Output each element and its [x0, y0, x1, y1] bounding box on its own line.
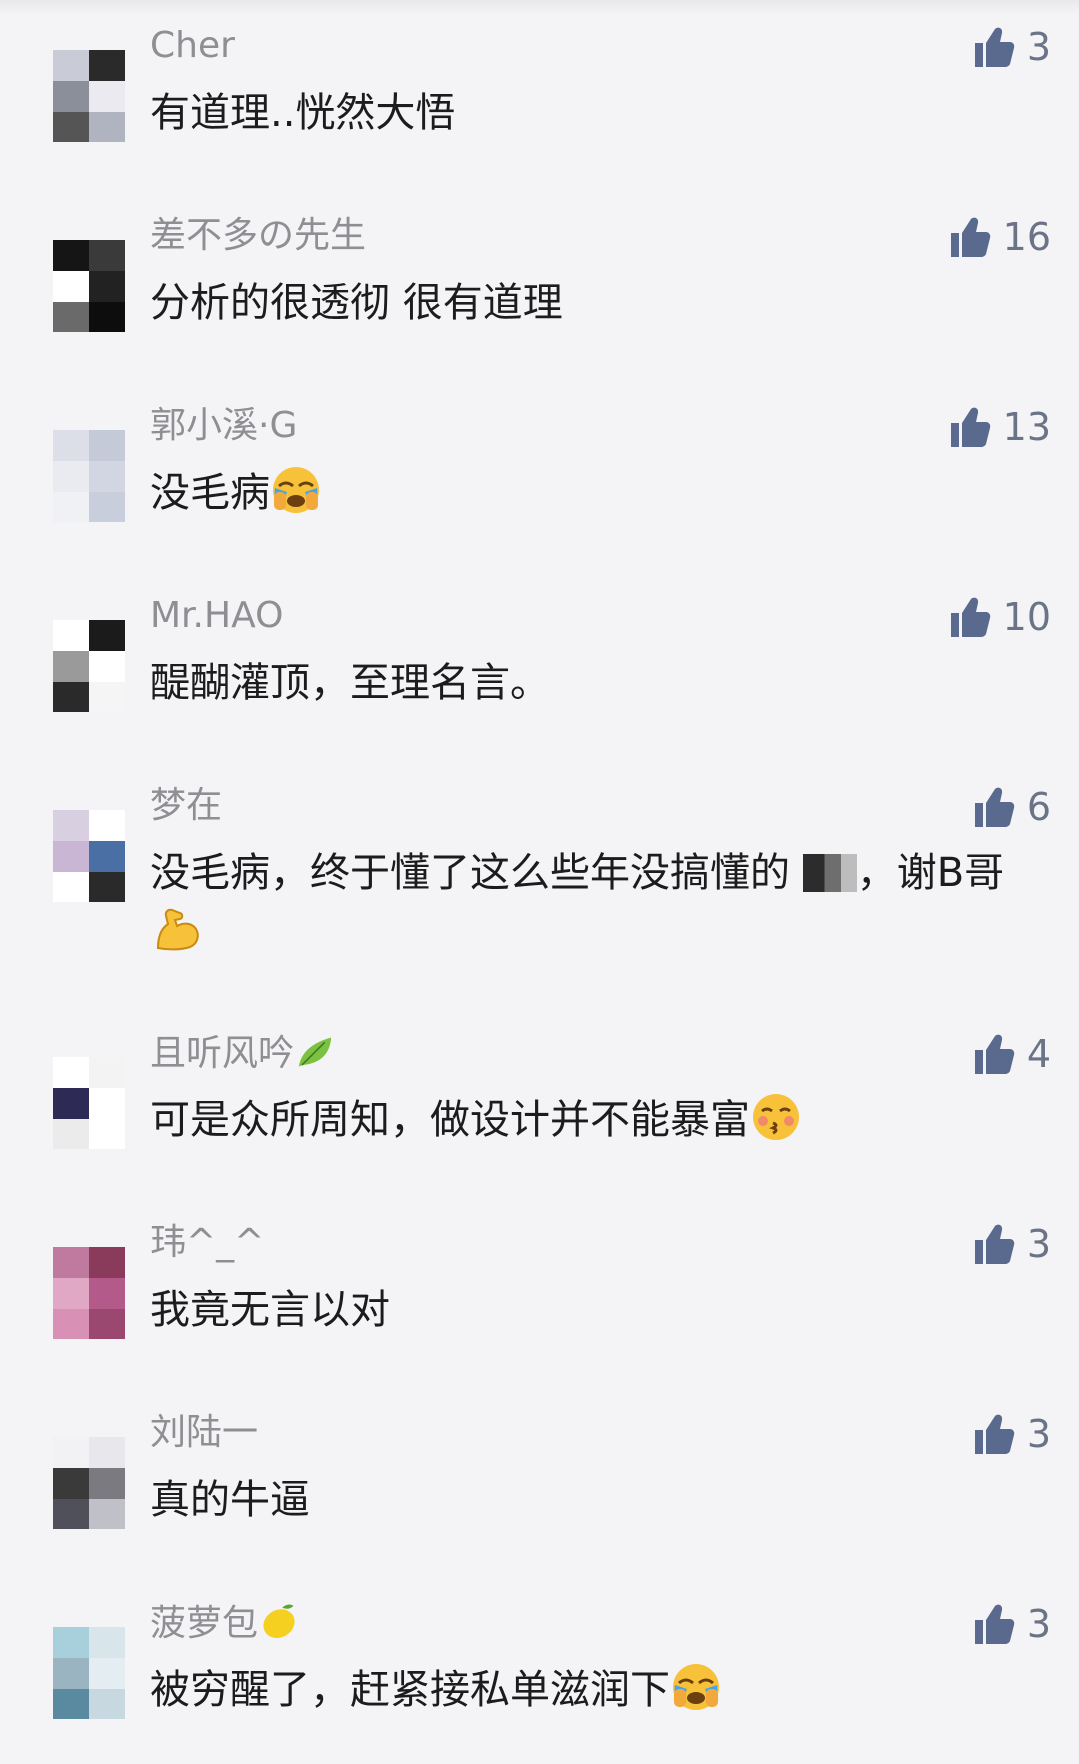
comment-username-text: 菠萝包 — [150, 1603, 259, 1644]
avatar[interactable] — [53, 430, 125, 522]
avatar[interactable] — [53, 1627, 125, 1719]
comment-text-part: 被穷醒了，赶紧接私单滋润下 — [150, 1667, 670, 1713]
comment-text-part: 没毛病，终于懂了这么些年没搞懂的 — [150, 850, 803, 896]
comment-text-part: 可是众所周知，做设计并不能暴富 — [150, 1097, 750, 1143]
crying-face-emoji — [670, 1661, 722, 1713]
thumbs-up-icon — [973, 1602, 1015, 1646]
comment-text: 有道理..恍然大悟 — [150, 84, 1047, 142]
like-count: 4 — [1026, 1032, 1051, 1076]
comment-text-part: 醍醐灌顶，至理名言。 — [150, 660, 550, 706]
kissing-face-emoji — [750, 1091, 802, 1143]
avatar[interactable] — [53, 1057, 125, 1149]
comment-text: 没毛病，终于懂了这么些年没搞懂的 ，谢B哥 — [150, 844, 1047, 960]
comment-username-text: 梦在 — [150, 785, 223, 826]
comment-text: 没毛病 — [150, 464, 1047, 522]
avatar[interactable] — [53, 240, 125, 332]
thumbs-up-icon — [949, 215, 991, 259]
comment-text: 我竟无言以对 — [150, 1281, 1047, 1339]
like-button[interactable]: 4 — [973, 1032, 1051, 1076]
like-count: 6 — [1026, 785, 1051, 829]
comment-username[interactable]: Cher — [150, 24, 235, 68]
comment-text: 分析的很透彻 很有道理 — [150, 274, 1047, 332]
comment-text-part: 分析的很透彻 很有道理 — [150, 280, 563, 326]
like-count: 13 — [1002, 405, 1051, 449]
comment-text: 醍醐灌顶，至理名言。 — [150, 654, 1047, 712]
like-button[interactable]: 3 — [973, 1602, 1051, 1646]
like-count: 10 — [1002, 595, 1051, 639]
avatar[interactable] — [53, 810, 125, 902]
comment-username[interactable]: 且听风吟 — [150, 1031, 336, 1076]
comment-text-part: 没毛病 — [150, 470, 270, 516]
thumbs-up-icon — [973, 25, 1015, 69]
comment-username[interactable]: 差不多の先生 — [150, 214, 366, 258]
comment-username[interactable]: Mr.HAO — [150, 594, 283, 638]
avatar[interactable] — [53, 1437, 125, 1529]
like-button[interactable]: 6 — [973, 785, 1051, 829]
comment-username-text: 且听风吟 — [150, 1033, 295, 1074]
comment-username-text: Cher — [150, 25, 235, 66]
comment-text-part: 真的牛逼 — [150, 1477, 310, 1523]
like-button[interactable]: 13 — [949, 405, 1051, 449]
comment-username-text: 玮^_^ — [150, 1222, 265, 1263]
comment-username[interactable]: 梦在 — [150, 784, 222, 828]
comment-screen: { "colors": { "background": "#f4f4f6", "… — [0, 0, 1079, 1764]
comment-username[interactable]: 菠萝包 — [150, 1601, 300, 1646]
like-button[interactable]: 3 — [973, 25, 1051, 69]
like-button[interactable]: 10 — [949, 595, 1051, 639]
like-button[interactable]: 3 — [973, 1412, 1051, 1456]
comment-username-text: 刘陆一 — [150, 1412, 259, 1453]
comment-username-text: 郭小溪·G — [150, 405, 298, 446]
like-count: 3 — [1026, 25, 1051, 69]
comment-text-part: ，谢B哥 — [856, 850, 1005, 896]
crying-face-emoji — [270, 464, 322, 516]
comment-text-part: 有道理..恍然大悟 — [150, 90, 456, 136]
like-count: 3 — [1026, 1412, 1051, 1456]
comment-username-text: 差不多の先生 — [150, 215, 367, 256]
thumbs-up-icon — [949, 405, 991, 449]
flexed-biceps-emoji — [150, 902, 202, 954]
comment-text: 被穷醒了，赶紧接私单滋润下 — [150, 1661, 1047, 1719]
leaf-emoji — [294, 1031, 336, 1073]
comment-username-text: Mr.HAO — [150, 595, 284, 636]
lemon-emoji — [258, 1601, 300, 1643]
like-button[interactable]: 16 — [949, 215, 1051, 259]
like-count: 3 — [1026, 1602, 1051, 1646]
comment-text-part: 我竟无言以对 — [150, 1287, 390, 1333]
like-count: 3 — [1026, 1222, 1051, 1266]
thumbs-up-icon — [973, 1032, 1015, 1076]
avatar[interactable] — [53, 50, 125, 142]
top-edge-shadow — [0, 0, 1079, 14]
comment-username[interactable]: 刘陆一 — [150, 1411, 258, 1455]
avatar[interactable] — [53, 620, 125, 712]
comment-username[interactable]: 玮^_^ — [150, 1221, 264, 1265]
like-count: 16 — [1002, 215, 1051, 259]
thumbs-up-icon — [973, 785, 1015, 829]
thumbs-up-icon — [973, 1412, 1015, 1456]
avatar[interactable] — [53, 1247, 125, 1339]
thumbs-up-icon — [973, 1222, 1015, 1266]
thumbs-up-icon — [949, 595, 991, 639]
comment-text: 可是众所周知，做设计并不能暴富 — [150, 1091, 1047, 1149]
redacted-word — [802, 854, 857, 892]
comment-text: 真的牛逼 — [150, 1471, 1047, 1529]
comment-username[interactable]: 郭小溪·G — [150, 404, 297, 448]
like-button[interactable]: 3 — [973, 1222, 1051, 1266]
